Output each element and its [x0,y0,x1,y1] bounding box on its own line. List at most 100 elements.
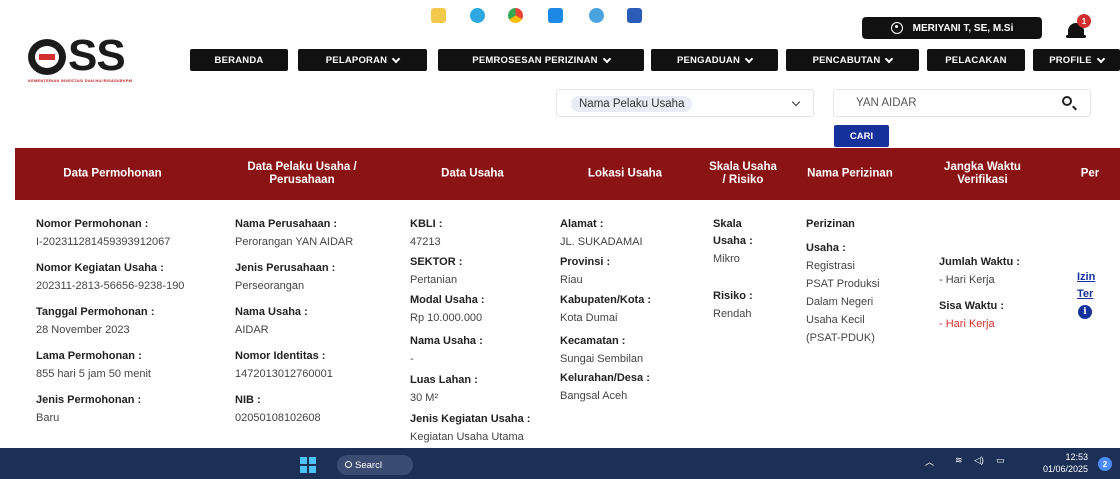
perizinan-line: (PSAT-PDUK) [806,332,875,344]
label-usaha: Usaha : [713,235,753,247]
izin-link[interactable]: Izin [1077,271,1117,284]
value-sisa-waktu: - Hari Kerja [939,318,995,330]
clock-time: 12:53 [1065,452,1088,462]
chevron-down-icon [791,97,801,107]
label-perizinan: Perizinan [806,218,855,230]
nav-pelacakan[interactable]: PELACAKAN [927,49,1025,71]
value-nama-usaha: AIDAR [235,324,269,336]
cell-data-usaha: KBLI : 47213 SEKTOR : Pertanian Modal Us… [410,218,555,444]
volume-icon[interactable]: ◁) [974,455,984,466]
th-data-pelaku-usaha: Data Pelaku Usaha / Perusahaan [247,161,357,186]
windows-start-icon[interactable] [300,457,316,473]
value-kbli: 47213 [410,236,441,248]
nav-profile[interactable]: PROFILE [1033,49,1120,71]
nav-pengaduan[interactable]: PENGADUAN [651,49,778,71]
outlook-icon[interactable] [548,8,563,23]
value-kabupaten-kota: Kota Dumai [560,312,618,324]
nav-profile-label: PROFILE [1049,54,1092,66]
oss-logo[interactable]: SS KEMENTERIAN INVESTASI DAN HILIRISASI/… [28,34,168,83]
notification-center-badge[interactable]: 2 [1098,457,1112,471]
label-tanggal-permohonan: Tanggal Permohonan : [36,306,155,318]
value-modal-usaha: Rp 10.000.000 [410,312,483,324]
label-skala: Skala [713,218,742,230]
nav-pelaporan-label: PELAPORAN [325,54,388,66]
perizinan-line: PSAT Produksi [806,278,880,290]
search-filter-select[interactable]: Nama Pelaku Usaha [556,89,814,117]
chrome-icon[interactable] [508,8,523,23]
value-nomor-identitas: 1472013012760001 [235,368,333,380]
label-jumlah-waktu: Jumlah Waktu : [939,256,1020,268]
notification-bell-icon[interactable]: 1 [1066,14,1091,41]
nav-pencabutan-label: PENCABUTAN [812,54,881,66]
value-skala: Mikro [713,253,740,265]
taskbar-search[interactable]: Searcl [337,455,413,475]
cell-skala-usaha-risiko: Skala Usaha : Mikro Risiko : Rendah [713,218,783,321]
value-nib: 02050108102608 [235,412,321,424]
value-provinsi: Riau [560,274,583,286]
value-nomor-permohonan: I-202311281459393912067 [36,236,171,248]
nav-pencabutan[interactable]: PENCABUTAN [786,49,919,71]
th-skala-usaha-risiko: Skala Usaha / Risiko [709,161,777,186]
value-alamat: JL. SUKADAMAI [560,236,643,248]
logo-o-mark [28,39,66,75]
th-data-usaha: Data Usaha [441,167,504,180]
search-icon [345,461,352,468]
label-nib: NIB : [235,394,261,406]
chevron-down-icon [885,54,894,63]
ter-link[interactable]: Ter [1077,288,1117,301]
label-sektor: SEKTOR : [410,256,463,268]
th-data-permohonan: Data Permohonan [63,167,162,180]
nav-pengaduan-label: PENGADUAN [676,54,741,66]
logo-subtitle: KEMENTERIAN INVESTASI DAN HILIRISASI/BKP… [28,78,133,83]
word-icon[interactable] [627,8,642,23]
taskbar [0,448,1120,479]
perizinan-line: Dalam Negeri [806,296,874,308]
value-kecamatan: Sungai Sembilan [560,353,644,365]
search-icon[interactable] [1062,96,1072,106]
cell-data-pelaku-usaha: Nama Perusahaan : Perorangan YAN AIDAR J… [235,218,395,425]
user-menu-button[interactable]: MERIYANI T, SE, M.Si [862,17,1042,39]
nav-pelaporan[interactable]: PELAPORAN [298,49,427,71]
chevron-down-icon [744,54,754,63]
label-nomor-permohonan: Nomor Permohonan : [36,218,149,230]
label-provinsi: Provinsi : [560,256,611,268]
search-input[interactable] [833,89,1091,117]
browser-icon[interactable] [589,8,604,23]
value-jenis-perusahaan: Perseorangan [235,280,305,292]
th-jangka-waktu-verifikasi: Jangka Waktu Verifikasi [944,161,1021,186]
label-kbli: KBLI : [410,218,443,230]
label-nama-perusahaan: Nama Perusahaan : [235,218,338,230]
cari-button[interactable]: CARI [834,125,889,147]
value-risiko: Rendah [713,308,752,320]
logo-text: SS [68,31,126,80]
value-jenis-permohonan: Baru [36,412,60,424]
user-icon [890,22,903,34]
taskbar-clock[interactable]: 12:53 01/06/2025 [1030,451,1088,475]
bell-base [1066,35,1086,38]
battery-icon[interactable]: ▭ [996,455,1005,466]
cell-lokasi-usaha: Alamat : JL. SUKADAMAI Provinsi : Riau K… [560,218,700,403]
chevron-up-icon[interactable]: ︿ [925,455,934,468]
wifi-icon[interactable]: ≋ [955,455,963,466]
label-sisa-waktu: Sisa Waktu : [939,300,1004,312]
nav-beranda-label: BERANDA [214,54,264,66]
nav-pemrosesan-label: PEMROSESAN PERIZINAN [472,54,598,66]
nav-pemrosesan-perizinan[interactable]: PEMROSESAN PERIZINAN [438,49,644,71]
value-tanggal-permohonan: 28 November 2023 [36,324,130,336]
label-modal-usaha: Modal Usaha : [410,294,485,306]
label-alamat: Alamat : [560,218,604,230]
file-explorer-icon[interactable] [431,8,446,23]
th-nama-perizinan: Nama Perizinan [807,167,893,180]
chevron-down-icon [1096,54,1106,63]
notification-badge: 1 [1077,14,1091,28]
label-nomor-kegiatan: Nomor Kegiatan Usaha : [36,262,164,274]
taskbar-search-label: Searcl [355,459,382,471]
info-icon[interactable]: i [1078,305,1092,319]
nav-beranda[interactable]: BERANDA [190,49,288,71]
label-nama-usaha: Nama Usaha : [235,306,308,318]
edge-icon[interactable] [470,8,485,23]
label-jenis-permohonan: Jenis Permohonan : [36,394,142,406]
label-kecamatan: Kecamatan : [560,335,626,347]
cell-nama-perizinan: Perizinan Usaha : Registrasi PSAT Produk… [806,218,916,345]
label-nomor-identitas: Nomor Identitas : [235,350,326,362]
